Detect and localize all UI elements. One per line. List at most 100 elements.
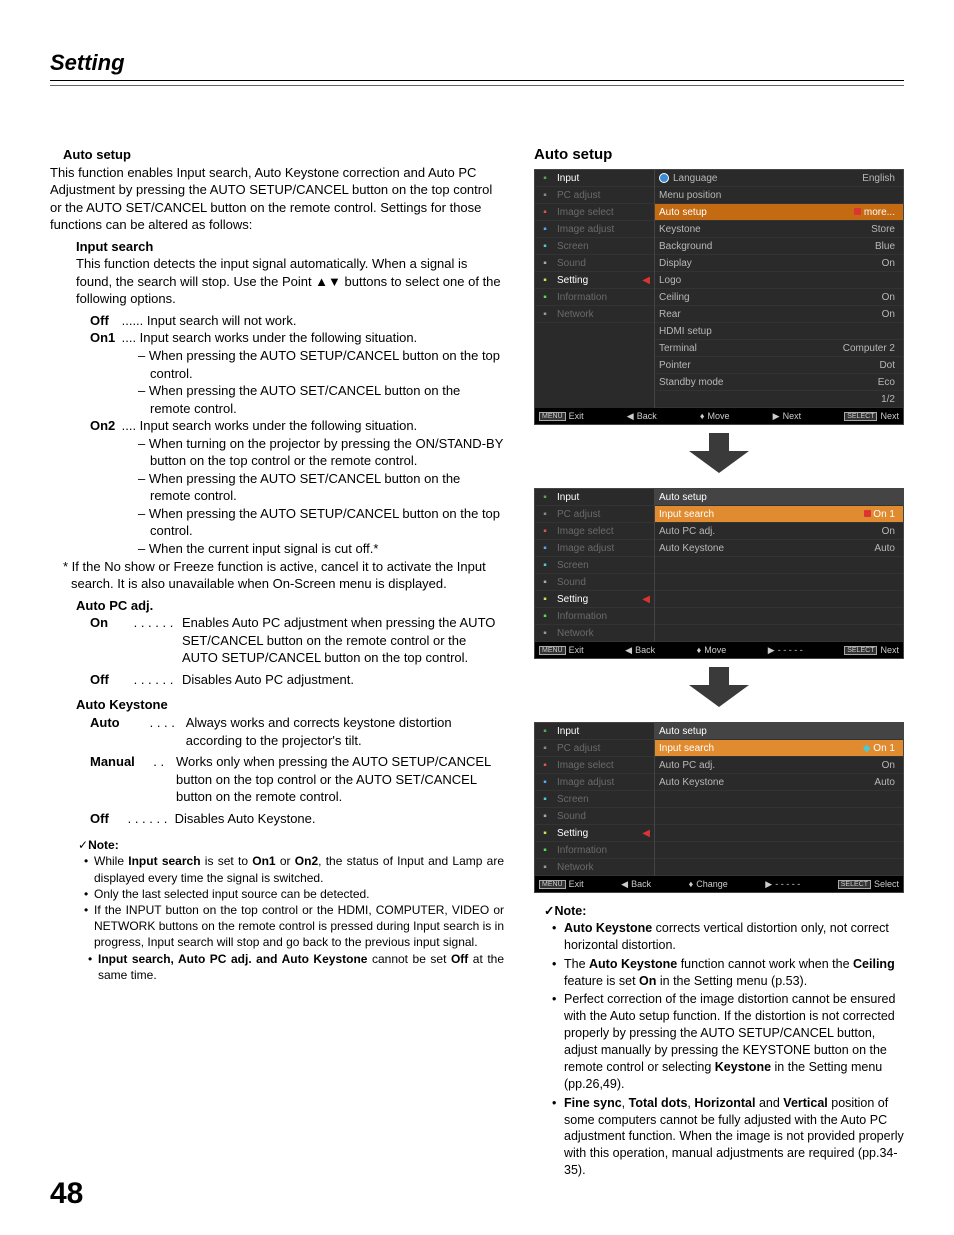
osd-menu-image_select[interactable]: ▪Image select	[535, 757, 654, 774]
osd-row[interactable]: Auto PC adj.On	[655, 523, 903, 540]
autopc-on: On . . . . . . Enables Auto PC adjustmen…	[90, 614, 504, 667]
note-head-text: Note:	[554, 904, 586, 918]
osd-menu-pc_adjust[interactable]: ▪PC adjust	[535, 740, 654, 757]
osd-row[interactable]: HDMI setup	[655, 323, 903, 340]
osd-menu-sound[interactable]: ▪Sound	[535, 808, 654, 825]
osd-row[interactable]: KeystoneStore	[655, 221, 903, 238]
opt-label: On1	[90, 329, 118, 347]
osd-menu-screen[interactable]: ▪Screen	[535, 791, 654, 808]
note-heading: ✓Note:	[78, 837, 504, 853]
osd-menu-network[interactable]: ▪Network	[535, 859, 654, 876]
auto-setup-intro: This function enables Input search, Auto…	[50, 164, 504, 234]
note-text: If the INPUT button on the top control o…	[94, 902, 504, 951]
on1-bullet-1: – When pressing the AUTO SETUP/CANCEL bu…	[150, 347, 504, 382]
osd-row[interactable]: TerminalComputer 2	[655, 340, 903, 357]
opt-label: Off	[90, 810, 124, 828]
osd-menu-information[interactable]: ▪Information	[535, 608, 654, 625]
opt-desc: Input search works under the following s…	[140, 417, 504, 435]
t: On1	[252, 854, 275, 868]
osd-menu-setting[interactable]: ▪Setting◀	[535, 272, 654, 289]
opt-label: On2	[90, 417, 118, 435]
on2-bullet-1: – When turning on the projector by press…	[150, 435, 504, 470]
osd-empty-row	[655, 591, 903, 608]
osd-menu-sound[interactable]: ▪Sound	[535, 574, 654, 591]
check-icon: ✓	[78, 838, 88, 852]
osd-row[interactable]: RearOn	[655, 306, 903, 323]
osd-menu-input[interactable]: ▪Input	[535, 723, 654, 740]
osd-menu-input[interactable]: ▪Input	[535, 489, 654, 506]
change-icon: ♦	[689, 879, 694, 889]
osd-menu-setting[interactable]: ▪Setting◀	[535, 825, 654, 842]
osd-row[interactable]: Input search◆ On 1	[655, 740, 903, 757]
osd-menu-screen[interactable]: ▪Screen	[535, 557, 654, 574]
osd-settings-list: Auto setupInput search On 1Auto PC adj.O…	[655, 489, 903, 642]
autok-auto: Auto . . . . Always works and corrects k…	[90, 714, 504, 749]
osd-row[interactable]: CeilingOn	[655, 289, 903, 306]
option-off: Off ...... Input search will not work.	[90, 312, 504, 330]
osd-row[interactable]: Menu position	[655, 187, 903, 204]
footer-exit: Exit	[569, 645, 584, 655]
osd-row[interactable]: LanguageEnglish	[655, 170, 903, 187]
back-icon: ◀	[627, 411, 634, 422]
osd-menu-image_adjust[interactable]: ▪Image adjust	[535, 774, 654, 791]
right-note-1: • Auto Keystone corrects vertical distor…	[552, 920, 904, 954]
osd-menu-pc_adjust[interactable]: ▪PC adjust	[535, 506, 654, 523]
menu-icon: MENU	[539, 412, 566, 421]
footer-next: Next	[783, 411, 802, 421]
footer-select: Select	[874, 879, 899, 889]
opt-dots: . . . . . .	[130, 614, 182, 667]
osd-row[interactable]: Logo	[655, 272, 903, 289]
osd-menu-image_select[interactable]: ▪Image select	[535, 204, 654, 221]
osd-row[interactable]: Auto setup more...	[655, 204, 903, 221]
osd-menu-image_adjust[interactable]: ▪Image adjust	[535, 221, 654, 238]
osd-menu-network[interactable]: ▪Network	[535, 306, 654, 323]
osd-empty-row	[655, 557, 903, 574]
osd-row[interactable]: Auto KeystoneAuto	[655, 774, 903, 791]
autok-heading: Auto Keystone	[76, 696, 504, 714]
move-icon: ♦	[697, 645, 702, 655]
osd-row[interactable]: Auto PC adj.On	[655, 757, 903, 774]
divider	[50, 85, 904, 86]
t: in the Setting menu (p.53).	[656, 974, 807, 988]
check-icon: ✓	[544, 904, 554, 918]
bullet-icon: •	[552, 920, 564, 954]
opt-desc: Input search works under the following s…	[140, 329, 504, 347]
osd-menu-information[interactable]: ▪Information	[535, 289, 654, 306]
note-1: • While Input search is set to On1 or On…	[84, 853, 504, 885]
opt-dots: ....	[118, 329, 140, 347]
select-icon: SELECT	[838, 880, 871, 889]
note-text: Auto Keystone corrects vertical distorti…	[564, 920, 904, 954]
osd-menu-information[interactable]: ▪Information	[535, 842, 654, 859]
osd-menu-image_select[interactable]: ▪Image select	[535, 523, 654, 540]
option-on1: On1 .... Input search works under the fo…	[90, 329, 504, 347]
option-on2: On2 .... Input search works under the fo…	[90, 417, 504, 435]
osd-row[interactable]: BackgroundBlue	[655, 238, 903, 255]
opt-dots: ....	[118, 417, 140, 435]
osd-row[interactable]: Standby modeEco	[655, 374, 903, 391]
t: Auto Keystone	[564, 921, 652, 935]
opt-label: Manual	[90, 753, 146, 806]
osd-row[interactable]: PointerDot	[655, 357, 903, 374]
right-note-3: • Perfect correction of the image distor…	[552, 991, 904, 1092]
footer-dash: - - - - -	[775, 879, 800, 889]
osd-menu-image_adjust[interactable]: ▪Image adjust	[535, 540, 654, 557]
t: The	[564, 957, 589, 971]
osd-menu-input[interactable]: ▪Input	[535, 170, 654, 187]
page-number: 48	[50, 1177, 83, 1211]
osd-row[interactable]: Auto KeystoneAuto	[655, 540, 903, 557]
menu-icon: MENU	[539, 880, 566, 889]
osd-menu-network[interactable]: ▪Network	[535, 625, 654, 642]
osd-menu-setting[interactable]: ▪Setting◀	[535, 591, 654, 608]
osd-row[interactable]: Input search On 1	[655, 506, 903, 523]
osd-menu-list: ▪Input▪PC adjust▪Image select▪Image adju…	[535, 170, 655, 408]
t: Input search, Auto PC adj. and Auto Keys…	[98, 952, 367, 966]
osd-menu-list: ▪Input▪PC adjust▪Image select▪Image adju…	[535, 489, 655, 642]
note-2: • Only the last selected input source ca…	[84, 886, 504, 902]
osd-menu-sound[interactable]: ▪Sound	[535, 255, 654, 272]
osd-row[interactable]: DisplayOn	[655, 255, 903, 272]
footer-back: Back	[631, 879, 651, 889]
autok-off: Off . . . . . . Disables Auto Keystone.	[90, 810, 504, 828]
t: Vertical	[783, 1096, 827, 1110]
osd-menu-screen[interactable]: ▪Screen	[535, 238, 654, 255]
osd-menu-pc_adjust[interactable]: ▪PC adjust	[535, 187, 654, 204]
